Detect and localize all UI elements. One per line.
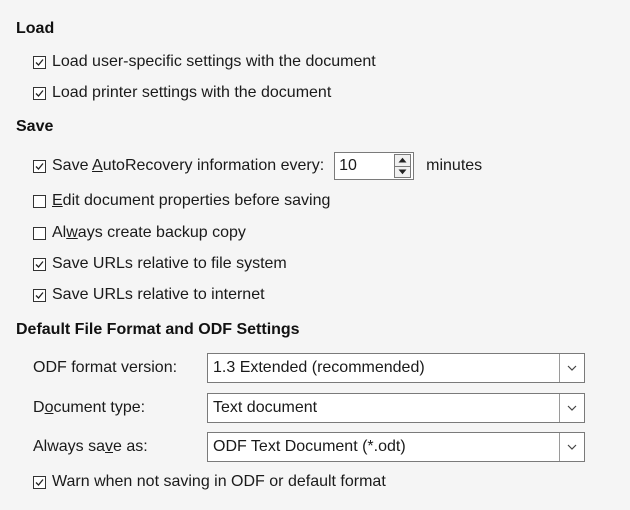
autorecovery-checkbox[interactable] (33, 159, 46, 173)
triangle-up-icon (398, 158, 407, 163)
always-save-as-value: ODF Text Document (*.odt) (213, 438, 406, 455)
save-section-title: Save (16, 118, 54, 135)
checkbox-checked-icon (33, 55, 46, 69)
checkbox-unchecked-icon (33, 226, 46, 240)
chevron-down-icon[interactable] (559, 433, 584, 461)
chevron-down-icon[interactable] (559, 354, 584, 382)
autorecovery-unit-label: minutes (426, 157, 483, 174)
checkbox-unchecked-icon (33, 194, 46, 208)
odf-version-value: 1.3 Extended (recommended) (213, 359, 425, 376)
load-user-settings-checkbox[interactable]: Load user-specific settings with the doc… (33, 51, 376, 73)
warn-non-odf-checkbox[interactable]: Warn when not saving in ODF or default f… (33, 471, 386, 493)
document-type-value: Text document (213, 399, 318, 416)
urls-filesystem-checkbox[interactable]: Save URLs relative to file system (33, 253, 287, 275)
load-printer-settings-checkbox[interactable]: Load printer settings with the document (33, 82, 331, 104)
checkbox-checked-icon (33, 475, 46, 489)
document-type-label: Document type: (33, 399, 146, 416)
spin-down-button[interactable] (395, 165, 411, 177)
checkbox-checked-icon (33, 288, 46, 302)
load-section-title: Load (16, 20, 55, 37)
odf-version-label: ODF format version: (33, 359, 178, 376)
load-printer-settings-label: Load printer settings with the document (52, 84, 332, 101)
autorecovery-minutes-spinbox[interactable]: 10 (334, 152, 415, 180)
autorecovery-label: Save AutoRecovery information every: (52, 157, 325, 174)
edit-properties-label: Edit document properties before saving (52, 192, 331, 209)
checkbox-checked-icon (33, 257, 46, 271)
document-type-dropdown[interactable]: Text document (207, 393, 585, 423)
urls-internet-label: Save URLs relative to internet (52, 286, 265, 303)
chevron-down-icon[interactable] (559, 394, 584, 422)
always-save-as-dropdown[interactable]: ODF Text Document (*.odt) (207, 432, 585, 462)
autorecovery-row: Save AutoRecovery information every: 10 … (33, 151, 482, 181)
edit-properties-checkbox[interactable]: Edit document properties before saving (33, 190, 330, 212)
odf-section-title: Default File Format and ODF Settings (16, 321, 300, 338)
load-user-settings-label: Load user-specific settings with the doc… (52, 53, 376, 70)
spin-up-button[interactable] (395, 155, 411, 166)
triangle-down-icon (398, 169, 407, 174)
odf-version-dropdown[interactable]: 1.3 Extended (recommended) (207, 353, 585, 383)
always-save-as-label: Always save as: (33, 438, 148, 455)
backup-copy-label: Always create backup copy (52, 224, 246, 241)
backup-copy-checkbox[interactable]: Always create backup copy (33, 222, 246, 244)
urls-filesystem-label: Save URLs relative to file system (52, 255, 287, 272)
warn-non-odf-label: Warn when not saving in ODF or default f… (52, 473, 386, 490)
checkbox-checked-icon (33, 86, 46, 100)
urls-internet-checkbox[interactable]: Save URLs relative to internet (33, 284, 265, 306)
autorecovery-minutes-value: 10 (339, 157, 357, 174)
